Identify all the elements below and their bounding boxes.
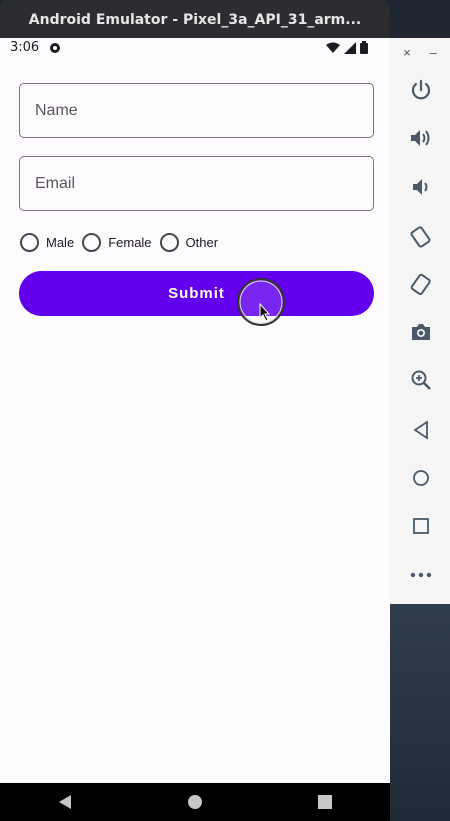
radio-label: Male (46, 234, 75, 250)
home-icon (413, 470, 429, 486)
close-button[interactable]: × (403, 45, 411, 60)
status-icons (326, 41, 368, 54)
side-panel-header: × – (390, 38, 450, 66)
nav-overview-icon[interactable] (317, 794, 333, 810)
mouse-cursor-icon (237, 278, 285, 326)
email-input[interactable] (20, 157, 373, 210)
camera-icon (412, 324, 430, 340)
phone-screen: 3:06 Male Female (0, 38, 390, 821)
zoom-button[interactable] (409, 368, 433, 392)
name-input[interactable] (20, 84, 373, 137)
email-field[interactable] (19, 156, 374, 211)
radio-label: Other (185, 234, 219, 250)
minimize-button[interactable]: – (429, 45, 436, 60)
screenshot-button[interactable] (409, 320, 433, 344)
back-button[interactable] (409, 418, 433, 442)
volume-up-icon (411, 130, 430, 146)
radio-other[interactable]: Other (159, 232, 219, 252)
more-icon (410, 572, 432, 578)
radio-button[interactable] (20, 232, 39, 252)
signal-icon (344, 41, 356, 54)
volume-up-button[interactable] (409, 126, 433, 150)
radio-label: Female (108, 234, 152, 250)
name-field[interactable] (19, 83, 374, 138)
gender-radio-group: Male Female Other (20, 231, 226, 253)
radio-button[interactable] (82, 232, 102, 252)
window-title-bar: Android Emulator - Pixel_3a_API_31_arm..… (0, 0, 390, 40)
zoom-icon (411, 370, 431, 390)
rotate-left-icon (410, 226, 431, 248)
volume-down-button[interactable] (409, 175, 433, 199)
rotate-right-button[interactable] (409, 272, 433, 296)
submit-button[interactable]: Submit (19, 271, 374, 316)
nav-back-icon[interactable] (57, 794, 73, 810)
wifi-icon (326, 42, 340, 53)
overview-button[interactable] (409, 514, 433, 538)
power-icon (411, 79, 431, 100)
back-icon (413, 420, 428, 440)
navigation-bar (0, 783, 390, 821)
overview-icon (413, 518, 429, 534)
more-button[interactable] (409, 563, 433, 587)
radio-button[interactable] (159, 232, 179, 252)
rotate-left-button[interactable] (409, 224, 433, 248)
battery-icon (360, 41, 368, 54)
status-time: 3:06 (10, 40, 40, 55)
radio-female[interactable]: Female (82, 232, 152, 252)
emulator-side-panel: × – (390, 38, 450, 604)
rotate-right-icon (410, 273, 431, 296)
volume-down-icon (413, 179, 428, 195)
status-bar: 3:06 (0, 38, 390, 58)
power-button[interactable] (409, 78, 433, 102)
radio-male[interactable]: Male (20, 232, 75, 252)
notification-icon (50, 43, 60, 53)
window-title: Android Emulator - Pixel_3a_API_31_arm..… (28, 12, 362, 28)
home-button[interactable] (409, 466, 433, 490)
nav-home-icon[interactable] (187, 794, 203, 810)
